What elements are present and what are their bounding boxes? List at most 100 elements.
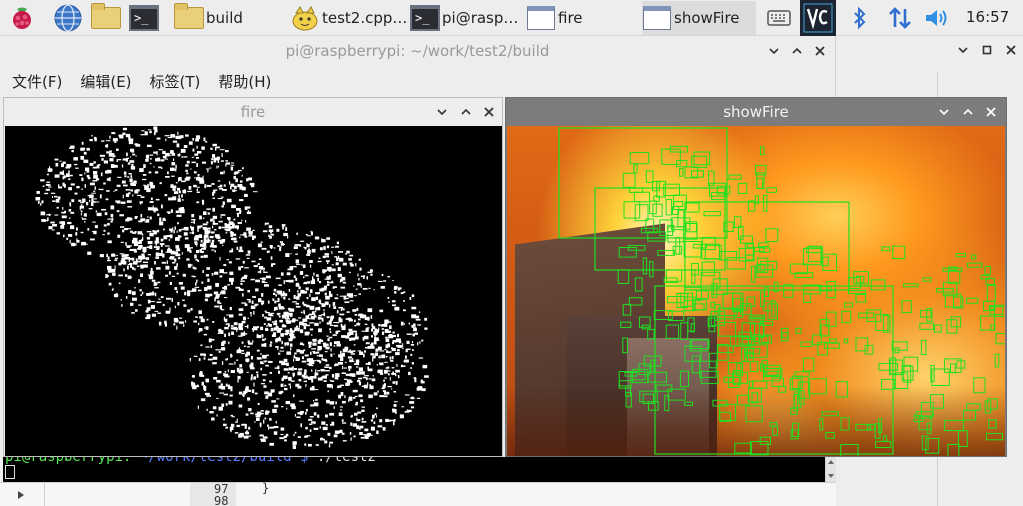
close-button[interactable]	[812, 43, 828, 59]
mask-speckle	[196, 145, 198, 149]
editor-area[interactable]	[0, 482, 836, 506]
detection-box	[683, 401, 693, 406]
mask-speckle	[212, 154, 216, 158]
mask-speckle	[343, 367, 347, 369]
mask-speckle	[325, 260, 330, 262]
mask-speckle	[297, 290, 299, 293]
volume-icon[interactable]	[922, 0, 952, 36]
fire-titlebar[interactable]: fire	[4, 98, 502, 126]
task-fire[interactable]: fire	[526, 1, 640, 35]
mask-speckle	[204, 388, 207, 392]
mask-speckle	[353, 285, 355, 287]
detection-box	[653, 310, 673, 321]
showfire-titlebar[interactable]: showFire	[506, 98, 1006, 126]
close-button[interactable]	[1003, 42, 1019, 58]
mask-speckle	[225, 403, 228, 406]
task-build[interactable]: build	[174, 1, 286, 35]
detection-box	[995, 332, 1005, 345]
menu-tabs[interactable]: 标签(T)	[150, 71, 201, 92]
mask-speckle	[368, 378, 372, 380]
menu-file[interactable]: 文件(F)	[12, 71, 62, 92]
terminal-launcher-icon[interactable]: >_	[128, 2, 160, 34]
detection-box	[719, 251, 737, 261]
maximize-button[interactable]	[979, 42, 995, 58]
mask-speckle	[406, 340, 410, 344]
mask-speckle	[218, 350, 221, 353]
mask-speckle	[132, 291, 136, 296]
detection-box	[944, 419, 964, 431]
detection-box	[758, 242, 769, 248]
mask-speckle	[267, 300, 270, 304]
minimize-button[interactable]	[936, 104, 952, 120]
mask-speckle	[236, 359, 239, 361]
task-showfire[interactable]: showFire	[642, 1, 756, 35]
minimize-button[interactable]	[955, 42, 971, 58]
mask-speckle	[225, 358, 228, 361]
mask-speckle	[334, 377, 338, 380]
mask-speckle	[86, 147, 90, 151]
clock[interactable]: 16:57	[966, 8, 1009, 26]
mask-speckle	[110, 213, 114, 217]
mask-speckle	[137, 231, 143, 235]
bluetooth-icon[interactable]	[846, 0, 874, 36]
task-terminal[interactable]: >_ pi@raspb...	[410, 1, 524, 35]
mask-speckle	[394, 306, 400, 311]
mask-speckle	[190, 225, 192, 229]
mask-speckle	[323, 380, 327, 382]
mask-speckle	[145, 154, 150, 159]
mask-speckle	[358, 377, 362, 380]
mask-speckle	[85, 213, 87, 217]
close-button[interactable]	[481, 104, 497, 120]
mask-speckle	[123, 268, 125, 272]
mask-speckle	[134, 189, 139, 194]
mask-speckle	[154, 261, 156, 265]
mask-speckle	[332, 334, 337, 336]
mask-speckle	[197, 289, 202, 292]
menu-help[interactable]: 帮助(H)	[218, 71, 271, 92]
expand-arrow-icon[interactable]	[16, 490, 26, 500]
mask-speckle	[324, 292, 327, 296]
globe-icon[interactable]	[52, 2, 84, 34]
mask-speckle	[331, 246, 335, 248]
mask-speckle	[193, 171, 197, 174]
vertical-scrollbar[interactable]	[825, 457, 836, 482]
mask-speckle	[370, 315, 373, 319]
network-icon[interactable]	[884, 0, 916, 36]
mask-speckle	[303, 276, 305, 279]
maximize-button[interactable]	[458, 104, 474, 120]
mask-speckle	[125, 189, 131, 191]
task-geany[interactable]: test2.cpp ...	[290, 1, 408, 35]
mask-speckle	[280, 383, 284, 387]
mask-speckle	[260, 367, 263, 371]
detection-box	[973, 377, 986, 394]
file-manager-icon[interactable]	[90, 2, 122, 34]
mask-speckle	[250, 314, 252, 317]
mask-speckle	[137, 260, 142, 263]
mask-speckle	[108, 177, 111, 182]
mask-speckle	[267, 424, 269, 427]
mask-speckle	[153, 126, 158, 130]
mask-speckle	[369, 384, 371, 387]
raspberry-menu-icon[interactable]	[6, 2, 38, 34]
terminal-output[interactable]: pi@raspberrypi: ~/work/test2/build $ ./t…	[3, 457, 825, 482]
mask-speckle	[233, 185, 237, 189]
mask-speckle	[192, 148, 195, 152]
minimize-button[interactable]	[766, 43, 782, 59]
terminal-titlebar[interactable]: pi@raspberrypi: ~/work/test2/build	[0, 36, 835, 66]
maximize-button[interactable]	[789, 43, 805, 59]
mask-speckle	[348, 365, 352, 369]
maximize-button[interactable]	[960, 104, 976, 120]
mask-speckle	[211, 417, 215, 421]
mask-speckle	[301, 360, 307, 363]
mask-speckle	[254, 421, 256, 423]
menu-edit[interactable]: 编辑(E)	[80, 71, 131, 92]
vnc-icon[interactable]	[800, 0, 836, 36]
mask-speckle	[93, 174, 98, 179]
mask-speckle	[216, 414, 218, 417]
minimize-button[interactable]	[434, 104, 450, 120]
keyboard-icon[interactable]	[764, 0, 794, 36]
close-button[interactable]	[983, 104, 999, 120]
mask-speckle	[238, 391, 243, 395]
mask-speckle	[349, 360, 355, 363]
mask-speckle	[329, 324, 334, 326]
